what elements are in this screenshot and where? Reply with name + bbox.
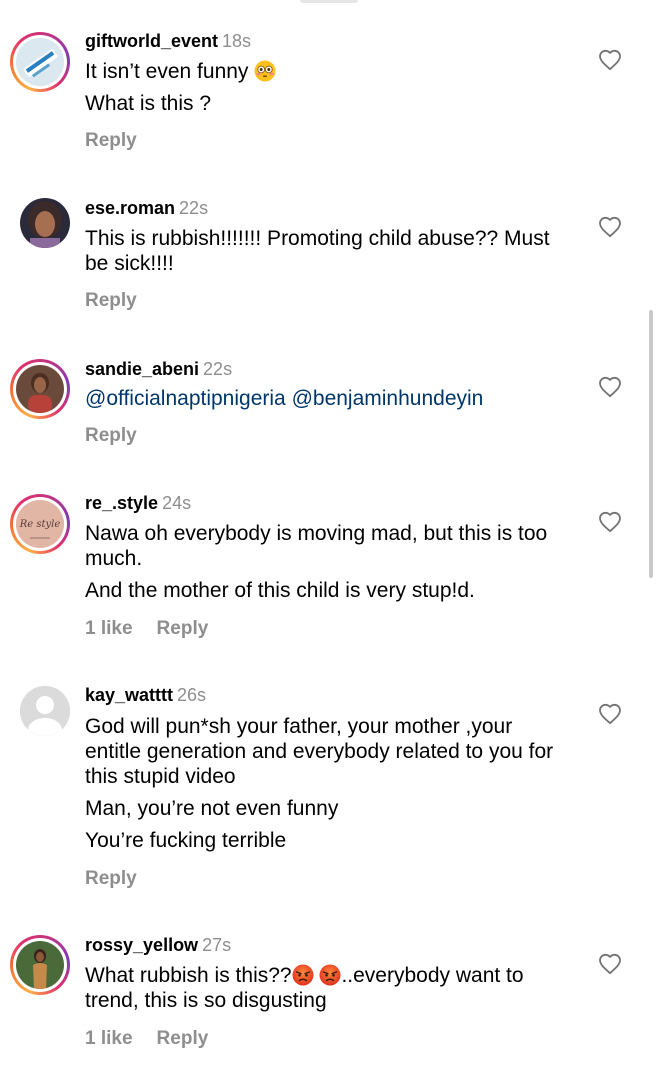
angry-face-emoji <box>319 964 341 986</box>
heart-outline-icon[interactable] <box>598 49 622 71</box>
reply-button[interactable]: Reply <box>85 868 137 889</box>
sheet-handle[interactable] <box>300 0 358 3</box>
comment-text: God will pun*sh your father, your mother… <box>85 714 565 853</box>
avatar-logo-text: Re style <box>19 519 61 530</box>
timestamp: 22s <box>203 359 233 379</box>
reply-button[interactable]: Reply <box>85 290 137 311</box>
reply-button[interactable]: Reply <box>85 130 137 151</box>
comment-text: It isn’t even funny What is this ? <box>85 59 565 116</box>
mention-link[interactable]: @benjaminhundeyin <box>292 387 484 410</box>
heart-outline-icon[interactable] <box>598 376 622 398</box>
flushed-face-emoji <box>254 60 276 82</box>
timestamp: 26s <box>177 685 207 705</box>
comment-actions: Reply <box>85 425 137 447</box>
avatar[interactable] <box>20 198 70 248</box>
likes-count[interactable]: 1 like <box>85 1028 133 1049</box>
avatar[interactable]: Re style <box>10 494 70 554</box>
reply-button[interactable]: Reply <box>85 425 137 446</box>
scrollbar[interactable] <box>649 310 653 578</box>
comment-actions: Reply <box>85 290 137 312</box>
comment-line: It isn’t even funny <box>85 60 249 83</box>
comment-meta: sandie_abeni 22s <box>85 358 232 380</box>
comment-text: Nawa oh everybody is moving mad, but thi… <box>85 521 565 603</box>
comment-line: God will pun*sh your father, your mother… <box>85 715 554 788</box>
heart-outline-icon[interactable] <box>598 216 622 238</box>
username[interactable]: ese.roman <box>85 198 175 218</box>
comment-text: What rubbish is this?? ..everybody want … <box>85 963 565 1013</box>
username[interactable]: giftworld_event <box>85 31 218 51</box>
comment-actions: 1 like Reply <box>85 1028 208 1050</box>
heart-outline-icon[interactable] <box>598 703 622 725</box>
avatar[interactable] <box>10 935 70 995</box>
angry-face-emoji <box>292 964 314 986</box>
comment-meta: kay_watttt 26s <box>85 684 206 706</box>
reply-button[interactable]: Reply <box>157 618 209 639</box>
avatar[interactable] <box>10 32 70 92</box>
reply-button[interactable]: Reply <box>157 1028 209 1049</box>
comment-text: This is rubbish!!!!!!! Promoting child a… <box>85 226 565 276</box>
comment-line: What is this ? <box>85 92 212 115</box>
mention-link[interactable]: @officialnaptipnigeria <box>85 387 286 410</box>
comment-line: This is rubbish!!!!!!! Promoting child a… <box>85 227 550 275</box>
heart-outline-icon[interactable] <box>598 953 622 975</box>
likes-count[interactable]: 1 like <box>85 618 133 639</box>
comment-actions: Reply <box>85 130 137 152</box>
comment-line: Man, you’re not even funny <box>85 797 339 820</box>
username[interactable]: sandie_abeni <box>85 359 199 379</box>
comment-line: And the mother of this child is very stu… <box>85 579 475 602</box>
username[interactable]: re_.style <box>85 493 158 513</box>
username[interactable]: rossy_yellow <box>85 935 198 955</box>
comment-line: Nawa oh everybody is moving mad, but thi… <box>85 522 548 570</box>
username[interactable]: kay_watttt <box>85 685 173 705</box>
comment-line: What rubbish is this?? <box>85 964 292 987</box>
comment-meta: giftworld_event 18s <box>85 30 251 52</box>
avatar[interactable] <box>10 359 70 419</box>
comment-line: You’re fucking terrible <box>85 829 287 852</box>
timestamp: 24s <box>162 493 192 513</box>
comment-actions: 1 like Reply <box>85 618 208 640</box>
comment-meta: ese.roman 22s <box>85 197 208 219</box>
comment-actions: Reply <box>85 868 137 890</box>
comment-text: @officialnaptipnigeria @benjaminhundeyin <box>85 386 565 411</box>
timestamp: 22s <box>179 198 209 218</box>
timestamp: 18s <box>222 31 252 51</box>
timestamp: 27s <box>202 935 232 955</box>
heart-outline-icon[interactable] <box>598 511 622 533</box>
avatar[interactable] <box>20 686 70 736</box>
comment-meta: rossy_yellow 27s <box>85 934 231 956</box>
comment-meta: re_.style 24s <box>85 492 191 514</box>
